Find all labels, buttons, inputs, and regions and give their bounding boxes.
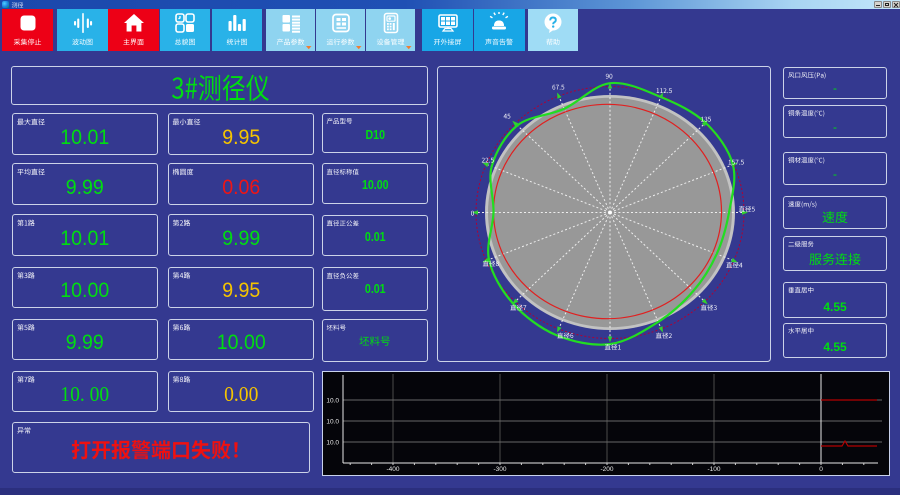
svg-text:-400: -400	[386, 466, 399, 473]
svg-text:-300: -300	[493, 466, 506, 473]
svg-text:10.0: 10.0	[326, 440, 339, 447]
svg-text:0: 0	[819, 466, 823, 473]
svg-text:-100: -100	[707, 466, 720, 473]
svg-text:-200: -200	[600, 466, 613, 473]
svg-text:10.0: 10.0	[326, 398, 339, 405]
svg-text:10.0: 10.0	[326, 419, 339, 426]
